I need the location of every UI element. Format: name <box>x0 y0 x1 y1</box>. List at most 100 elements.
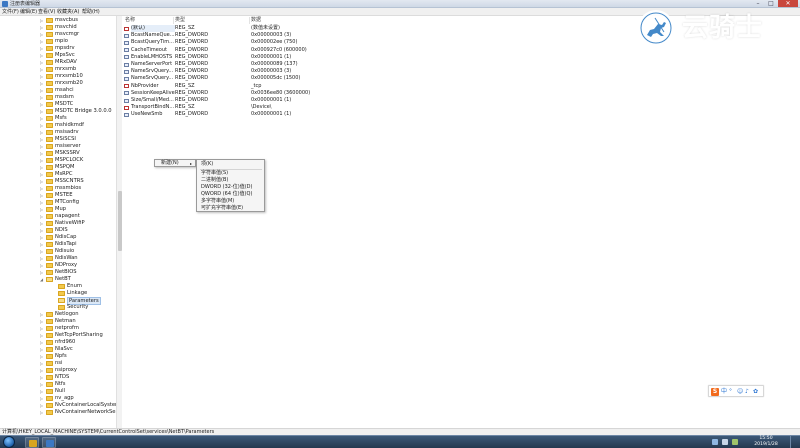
value-row[interactable]: CacheTimeout REG_DWORD 0x000927c0 (600000) <box>123 47 423 54</box>
expand-arrow-icon[interactable]: ▷ <box>40 374 45 381</box>
expand-arrow-icon[interactable]: ▷ <box>40 388 45 395</box>
expand-arrow-icon[interactable]: ▷ <box>40 325 45 332</box>
expand-arrow-icon[interactable]: ▷ <box>40 409 45 416</box>
expand-arrow-icon[interactable]: ▷ <box>40 80 45 87</box>
maximize-button[interactable]: □ <box>765 0 777 7</box>
new-multi-string-value-item[interactable]: 多字符串值(M) <box>201 198 234 205</box>
new-qword-value-item[interactable]: QWORD (64 位)值(Q) <box>201 191 252 198</box>
expand-arrow-icon[interactable]: ▷ <box>40 143 45 150</box>
expand-arrow-icon[interactable]: ▷ <box>40 234 45 241</box>
show-desktop-button[interactable] <box>790 436 800 448</box>
emoji-icon[interactable]: ☺ <box>737 388 743 396</box>
sogou-ime-icon[interactable]: S <box>711 388 719 396</box>
taskbar-app-button[interactable] <box>25 437 39 448</box>
skin-icon[interactable]: ✿ <box>753 388 758 396</box>
value-row[interactable]: NameServerPort REG_DWORD 0x00000089 (137) <box>123 61 423 68</box>
expand-arrow-icon[interactable]: ▷ <box>40 101 45 108</box>
expand-arrow-icon[interactable]: ▷ <box>40 199 45 206</box>
expand-arrow-icon[interactable]: ▷ <box>40 38 45 45</box>
microphone-icon[interactable]: ♪ <box>745 388 749 396</box>
expand-arrow-icon[interactable]: ▷ <box>40 248 45 255</box>
expand-arrow-icon[interactable]: ▷ <box>40 122 45 129</box>
value-row[interactable]: BcastQueryTim... REG_DWORD 0x000002ee (750… <box>123 39 423 46</box>
column-header-name[interactable]: 名称 <box>125 17 135 24</box>
new-expandable-string-value-item[interactable]: 可扩充字符串值(E) <box>201 205 243 212</box>
expand-arrow-icon[interactable]: ▷ <box>40 136 45 143</box>
flag-icon[interactable] <box>732 439 738 445</box>
new-string-value-item[interactable]: 字符串值(S) <box>201 170 228 177</box>
expand-arrow-icon[interactable]: ▷ <box>40 402 45 409</box>
expand-arrow-icon[interactable]: ▷ <box>40 269 45 276</box>
menu-help[interactable]: 帮助(H) <box>82 8 100 16</box>
expand-arrow-icon[interactable]: ▷ <box>40 255 45 262</box>
expand-arrow-icon[interactable]: ▷ <box>40 87 45 94</box>
expand-arrow-icon[interactable]: ▷ <box>40 24 45 31</box>
expand-arrow-icon[interactable]: ▷ <box>40 73 45 80</box>
value-row[interactable]: (默认) REG_SZ (数值未设置) <box>123 25 423 32</box>
menu-view[interactable]: 查看(V) <box>38 8 55 16</box>
expand-arrow-icon[interactable]: ▷ <box>40 171 45 178</box>
new-binary-value-item[interactable]: 二进制值(B) <box>201 177 228 184</box>
expand-arrow-icon[interactable]: ▷ <box>40 206 45 213</box>
expand-arrow-icon[interactable]: ▷ <box>40 213 45 220</box>
new-key-item[interactable]: 项(K) <box>201 161 213 168</box>
value-row[interactable]: SessionKeepAlive REG_DWORD 0x0036ee80 (360… <box>123 90 423 97</box>
tree-scrollbar-thumb[interactable] <box>118 191 122 251</box>
close-button[interactable]: ✕ <box>778 0 798 7</box>
expand-arrow-icon[interactable]: ▷ <box>40 367 45 374</box>
column-divider[interactable] <box>249 17 250 24</box>
network-icon[interactable] <box>712 439 718 445</box>
expand-arrow-icon[interactable]: ▷ <box>40 395 45 402</box>
value-row[interactable]: NbProvider REG_SZ _tcp <box>123 83 423 90</box>
expand-arrow-icon[interactable]: ▷ <box>40 31 45 38</box>
ime-toolbar[interactable]: S 中 ° ☺ ♪ ✿ <box>708 385 764 397</box>
expand-arrow-icon[interactable]: ▷ <box>40 381 45 388</box>
context-menu-new[interactable]: 新建(N) <box>161 160 179 167</box>
expand-arrow-icon[interactable]: ▷ <box>40 45 45 52</box>
tree-scrollbar[interactable] <box>116 16 122 428</box>
expand-arrow-icon[interactable]: ▷ <box>40 178 45 185</box>
expand-arrow-icon[interactable]: ▷ <box>40 192 45 199</box>
column-divider[interactable] <box>173 17 174 24</box>
expand-arrow-icon[interactable]: ▷ <box>40 241 45 248</box>
expand-arrow-icon[interactable]: ▷ <box>40 52 45 59</box>
start-button[interactable] <box>3 436 15 448</box>
values-list[interactable]: 名称 类型 数据 (默认) REG_SZ (数值未设置) BcastNameQue..… <box>123 16 800 428</box>
expand-arrow-icon[interactable]: ▷ <box>40 157 45 164</box>
expand-arrow-icon[interactable]: ▷ <box>40 66 45 73</box>
value-row[interactable]: NameSrvQuery... REG_DWORD 0x000005dc (1500… <box>123 75 423 82</box>
value-row[interactable]: UseNewSmb REG_DWORD 0x00000001 (1) <box>123 111 423 118</box>
value-row[interactable]: EnableLMHOSTS REG_DWORD 0x00000001 (1) <box>123 54 423 61</box>
expand-arrow-icon[interactable]: ▷ <box>40 220 45 227</box>
expand-arrow-icon[interactable]: ▷ <box>40 339 45 346</box>
column-header-data[interactable]: 数据 <box>251 17 261 24</box>
expand-arrow-icon[interactable]: ▷ <box>40 115 45 122</box>
punctuation-icon[interactable]: ° <box>729 388 732 396</box>
registry-tree[interactable]: ▷ msvcbus ▷ msvchid ▷ msvcmgr ▷ mpio ▷ mpsdrv ▷ Mps… <box>0 16 122 428</box>
value-row[interactable]: TransportBindN... REG_SZ \Device\ <box>123 104 423 111</box>
expand-arrow-icon[interactable]: ▷ <box>40 164 45 171</box>
expand-arrow-icon[interactable]: ▷ <box>40 94 45 101</box>
collapse-arrow-icon[interactable]: ◢ <box>40 276 45 283</box>
value-row[interactable]: BcastNameQue... REG_DWORD 0x00000003 (3) <box>123 32 423 39</box>
expand-arrow-icon[interactable]: ▷ <box>40 262 45 269</box>
expand-arrow-icon[interactable]: ▷ <box>40 318 45 325</box>
expand-arrow-icon[interactable]: ▷ <box>40 332 45 339</box>
column-header-type[interactable]: 类型 <box>175 17 185 24</box>
menu-favorites[interactable]: 收藏夹(A) <box>57 8 79 16</box>
expand-arrow-icon[interactable]: ▷ <box>40 311 45 318</box>
volume-icon[interactable] <box>722 439 728 445</box>
taskbar-clock[interactable]: 15:50 2019/1/28 <box>746 436 786 448</box>
expand-arrow-icon[interactable]: ▷ <box>40 150 45 157</box>
expand-arrow-icon[interactable]: ▷ <box>40 108 45 115</box>
minimize-button[interactable]: – <box>752 0 764 7</box>
new-dword-value-item[interactable]: DWORD (32-位)值(D) <box>201 184 252 191</box>
menu-edit[interactable]: 编辑(E) <box>20 8 37 16</box>
expand-arrow-icon[interactable]: ▷ <box>40 227 45 234</box>
expand-arrow-icon[interactable]: ▷ <box>40 59 45 66</box>
ime-mode-icon[interactable]: 中 <box>721 388 727 396</box>
menu-file[interactable]: 文件(F) <box>2 8 19 16</box>
value-row[interactable]: Size/Small/Med... REG_DWORD 0x00000001 (1) <box>123 97 423 104</box>
expand-arrow-icon[interactable]: ▷ <box>40 17 45 24</box>
expand-arrow-icon[interactable]: ▷ <box>40 129 45 136</box>
